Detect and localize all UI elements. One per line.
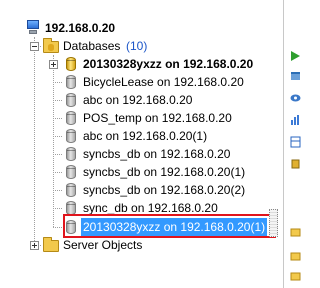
database-label: syncbs_db on 192.168.0.20	[83, 147, 231, 161]
tree-guide	[53, 82, 62, 83]
database-label: syncbs_db on 192.168.0.20(2)	[83, 183, 246, 197]
database-label: syncbs_db on 192.168.0.20(1)	[83, 165, 246, 179]
database-label: abc on 192.168.0.20(1)	[83, 129, 208, 143]
server-label: 192.168.0.20	[45, 21, 116, 35]
server-icon	[26, 20, 40, 35]
tree-node-database[interactable]: POS_temp on 192.168.0.20	[64, 109, 274, 127]
play-icon[interactable]	[290, 50, 301, 62]
tree-guide	[53, 55, 54, 227]
database-label: 20130328yxzz on 192.168.0.20	[83, 57, 254, 71]
tree-guide	[34, 37, 35, 245]
folder-icon[interactable]	[290, 250, 301, 262]
tree-guide	[53, 172, 62, 173]
tree-node-databases[interactable]: Databases (10)	[43, 37, 193, 55]
tree-node-database[interactable]: BicycleLease on 192.168.0.20	[64, 73, 274, 91]
database-icon	[66, 165, 76, 179]
folder-icon[interactable]	[290, 226, 301, 238]
expand-icon[interactable]	[30, 241, 39, 250]
database-icon	[66, 147, 76, 161]
tree-guide	[53, 136, 62, 137]
database-icon	[66, 183, 76, 197]
database-icon	[66, 93, 76, 107]
tree-node-database[interactable]: 20130328yxzz on 192.168.0.20	[64, 55, 274, 73]
collapse-icon[interactable]	[30, 42, 39, 51]
database-icon	[66, 75, 76, 89]
right-toolbar	[290, 0, 320, 288]
folder-icon	[43, 237, 59, 252]
expand-icon[interactable]	[49, 60, 58, 69]
chart-icon[interactable]	[290, 114, 301, 126]
tree-node-database[interactable]: abc on 192.168.0.20	[64, 91, 274, 109]
tree-node-server[interactable]: 192.168.0.20	[26, 19, 226, 37]
tree-guide	[53, 208, 62, 209]
tree-node-database[interactable]: syncbs_db on 192.168.0.20(1)	[64, 163, 274, 181]
tool-icon[interactable]	[290, 158, 301, 170]
highlight-box	[63, 214, 276, 238]
tree-guide	[53, 100, 62, 101]
tree-node-database[interactable]: abc on 192.168.0.20(1)	[64, 127, 274, 145]
tree-guide	[53, 118, 62, 119]
database-icon	[66, 111, 76, 125]
databases-label: Databases	[63, 39, 121, 53]
database-icon	[66, 201, 76, 215]
database-icon	[66, 57, 76, 71]
tree-node-database[interactable]: syncbs_db on 192.168.0.20	[64, 145, 274, 163]
server-objects-label: Server Objects	[63, 238, 143, 252]
eye-icon[interactable]	[290, 92, 301, 104]
scroll-grip[interactable]	[269, 209, 278, 237]
database-label: BicycleLease on 192.168.0.20	[83, 75, 244, 89]
grid-icon[interactable]	[290, 70, 301, 82]
database-label: POS_temp on 192.168.0.20	[83, 111, 232, 125]
database-icon	[66, 129, 76, 143]
tree-guide	[53, 154, 62, 155]
databases-count: (10)	[126, 39, 148, 53]
object-explorer-panel: 192.168.0.20 Databases (10) 20130328yxzz…	[0, 0, 284, 288]
table-icon[interactable]	[290, 136, 301, 148]
tree-guide	[53, 190, 62, 191]
tree-node-server-objects[interactable]: Server Objects	[43, 236, 193, 254]
folder-icon[interactable]	[290, 270, 301, 282]
database-label: abc on 192.168.0.20	[83, 93, 193, 107]
tree-node-database[interactable]: syncbs_db on 192.168.0.20(2)	[64, 181, 274, 199]
tree-guide	[53, 227, 62, 228]
folder-database-icon	[43, 38, 59, 53]
